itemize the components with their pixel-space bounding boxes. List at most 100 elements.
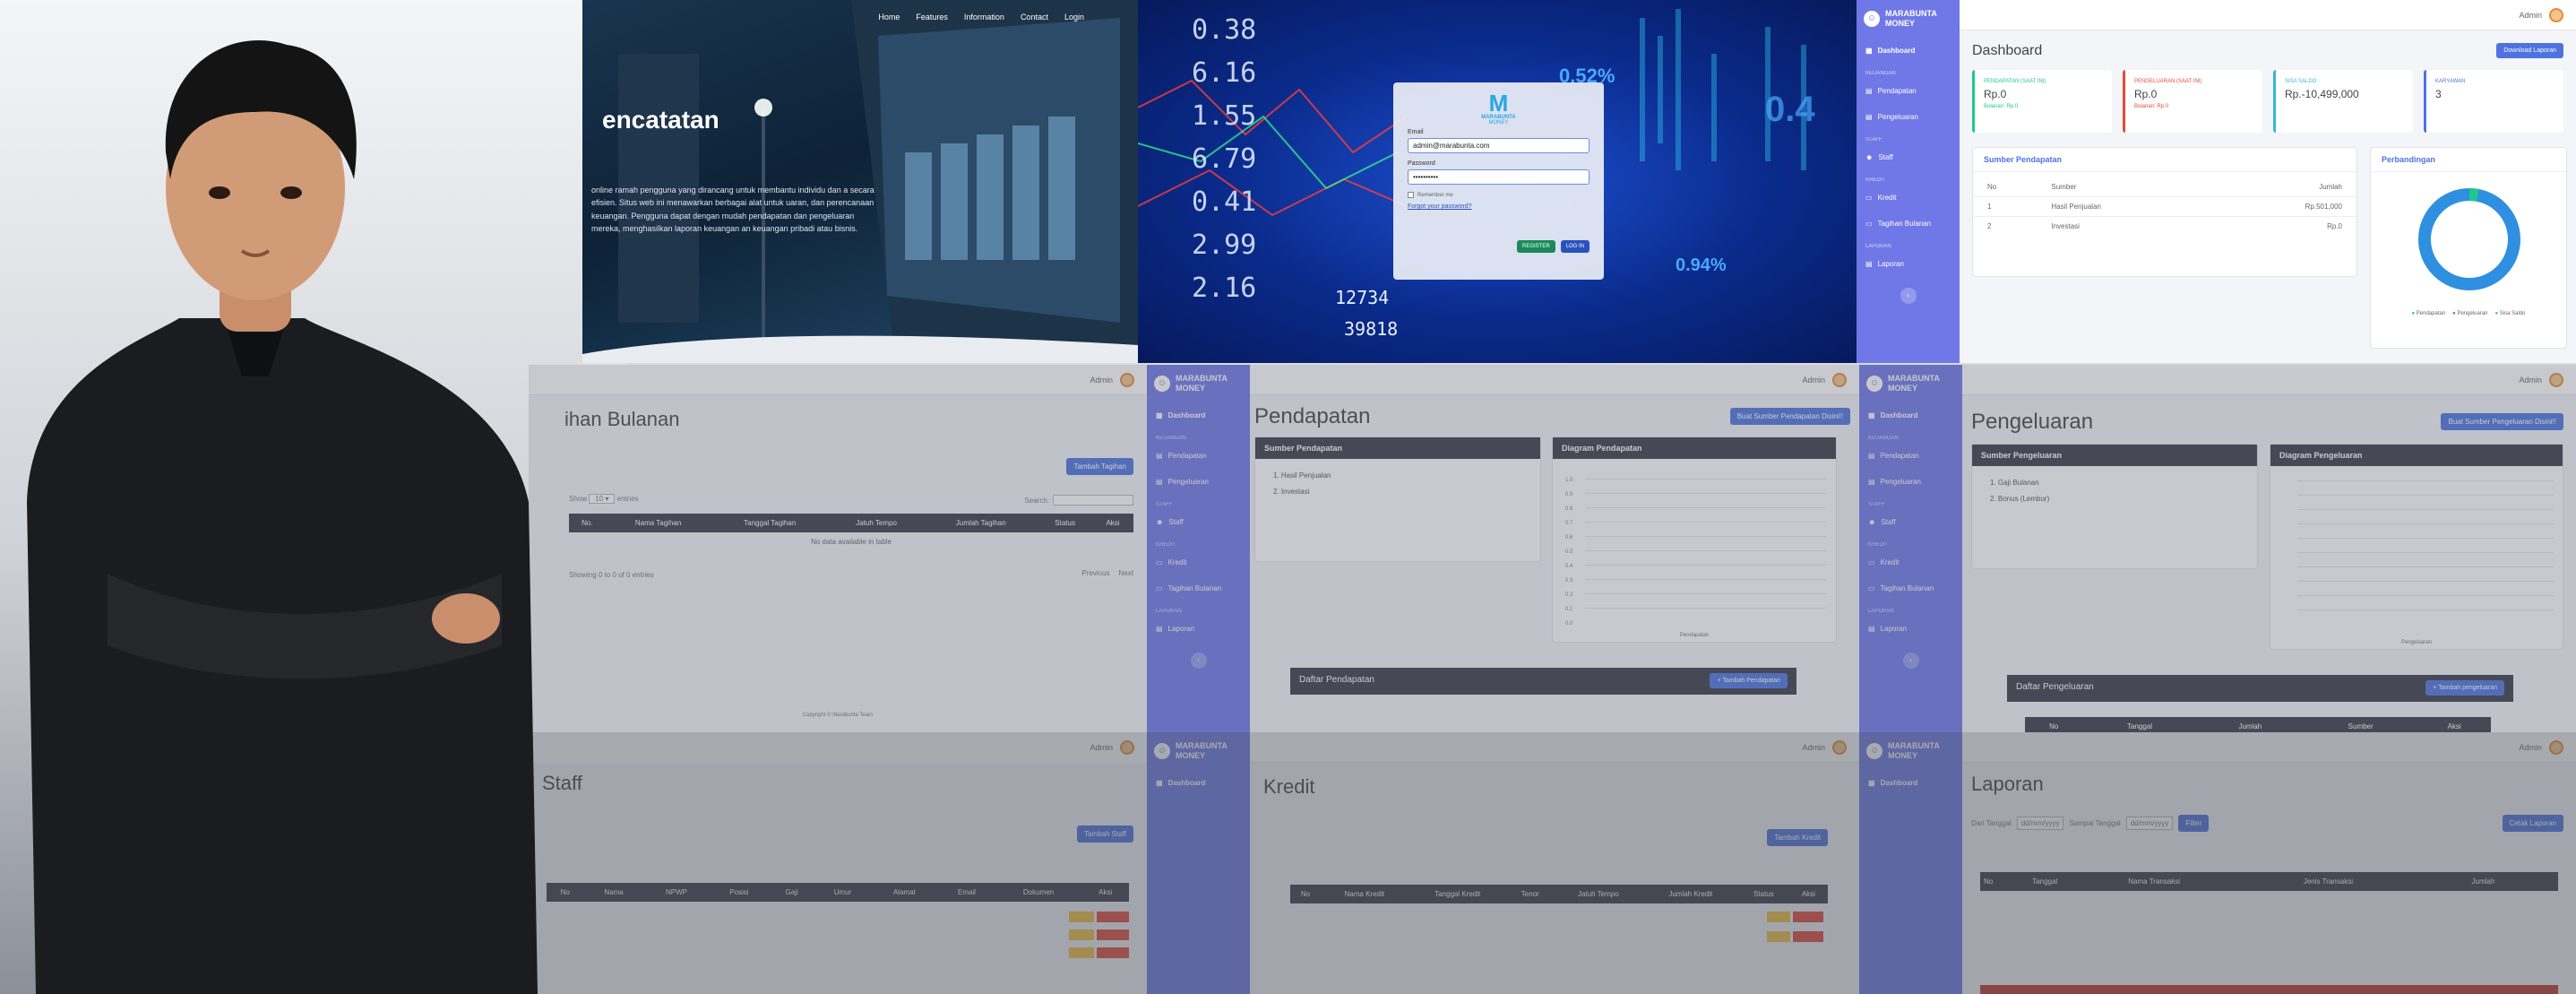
- column-header[interactable]: Tenor: [1506, 885, 1554, 903]
- search-input[interactable]: [1053, 495, 1133, 506]
- add-kredit-button[interactable]: Tambah Kredit: [1767, 829, 1828, 846]
- column-header[interactable]: Jatuh Tempo: [1553, 885, 1643, 903]
- sidebar-item-pengeluaran[interactable]: ▤ Pengeluaran: [1859, 469, 1962, 495]
- column-header[interactable]: Aksi: [2417, 717, 2491, 732]
- buat-sumber-button[interactable]: Buat Sumber Pengeluaran Disini!!: [2441, 413, 2563, 430]
- column-header[interactable]: Jumlah Kredit: [1642, 885, 1738, 903]
- column-header[interactable]: Dokumen: [995, 883, 1082, 902]
- nav-contact[interactable]: Contact: [1021, 13, 1048, 22]
- column-header[interactable]: Gaji: [769, 883, 815, 902]
- buat-sumber-button[interactable]: Buat Sumber Pendapatan Disini!!: [1729, 408, 1850, 425]
- sidebar-item-dashboard[interactable]: ▦ Dashboard: [1859, 402, 1962, 428]
- download-report-button[interactable]: Download Laporan: [2496, 43, 2563, 58]
- column-header[interactable]: Sumber: [2304, 717, 2418, 732]
- avatar[interactable]: [1832, 739, 1847, 755]
- avatar[interactable]: [1120, 372, 1134, 387]
- sidebar-item-pengeluaran[interactable]: ▤ Pengeluaran: [1147, 469, 1250, 495]
- edit-button[interactable]: [1069, 912, 1094, 922]
- cetak-laporan-button[interactable]: Cetak Laporan: [2502, 815, 2563, 832]
- avatar[interactable]: [2549, 739, 2563, 755]
- column-header[interactable]: Jatuh Tempo: [828, 514, 925, 532]
- column-header[interactable]: Tanggal Tagihan: [711, 514, 829, 532]
- edit-button[interactable]: [1069, 947, 1094, 958]
- column-header[interactable]: No: [2025, 717, 2083, 732]
- sidebar-item-staff[interactable]: ☻ Staff: [1147, 509, 1250, 535]
- sidebar-item-staff[interactable]: ☻ Staff: [1857, 144, 1960, 170]
- sidebar-item-staff[interactable]: ☻ Staff: [1859, 509, 1962, 535]
- column-header[interactable]: Alamat: [870, 883, 938, 902]
- column-header[interactable]: Tanggal: [2029, 872, 2125, 891]
- avatar[interactable]: [2549, 7, 2563, 22]
- column-header[interactable]: Email: [937, 883, 995, 902]
- sidebar-toggle-button[interactable]: ‹: [1190, 652, 1207, 669]
- sidebar-item-dashboard[interactable]: ▦ Dashboard: [1147, 770, 1250, 796]
- user-name[interactable]: Admin: [2519, 11, 2542, 20]
- login-button[interactable]: LOG IN: [1560, 240, 1590, 253]
- column-header[interactable]: Jenis Transaksi: [2299, 872, 2468, 891]
- nav-information[interactable]: Information: [964, 13, 1004, 22]
- from-date-input[interactable]: dd/mm/yyyy: [2016, 817, 2064, 830]
- nav-features[interactable]: Features: [916, 13, 948, 22]
- add-pengeluaran-button[interactable]: + Tambah pengeluaran: [2425, 680, 2504, 696]
- column-header[interactable]: Aksi: [1788, 885, 1828, 903]
- sidebar-item-laporan[interactable]: ▤ Laporan: [1857, 251, 1960, 277]
- user-name[interactable]: Admin: [1802, 743, 1825, 752]
- user-name[interactable]: Admin: [1090, 743, 1113, 752]
- sidebar-toggle-button[interactable]: ‹: [1902, 652, 1919, 669]
- user-name[interactable]: Admin: [1802, 376, 1825, 385]
- avatar[interactable]: [1120, 740, 1134, 755]
- column-header[interactable]: Umur: [814, 883, 871, 902]
- delete-button[interactable]: [1097, 947, 1129, 958]
- user-name[interactable]: Admin: [1090, 376, 1113, 385]
- column-header[interactable]: Jumlah: [2468, 872, 2558, 891]
- column-header[interactable]: Tanggal: [2082, 717, 2197, 732]
- sidebar-item-dashboard[interactable]: ▦ Dashboard: [1147, 402, 1250, 428]
- delete-button[interactable]: [1097, 929, 1129, 940]
- to-date-input[interactable]: dd/mm/yyyy: [2125, 817, 2174, 830]
- edit-button[interactable]: [1767, 931, 1790, 942]
- sidebar-item-pendapatan[interactable]: ▤ Pendapatan: [1147, 443, 1250, 469]
- sidebar-item-dashboard[interactable]: ▦ Dashboard: [1857, 38, 1960, 64]
- delete-button[interactable]: [1097, 912, 1129, 922]
- user-name[interactable]: Admin: [2519, 743, 2542, 752]
- nav-home[interactable]: Home: [878, 13, 900, 22]
- sidebar-item-dashboard[interactable]: ▦ Dashboard: [1859, 770, 1962, 796]
- edit-button[interactable]: [1767, 912, 1790, 922]
- password-field[interactable]: ••••••••••: [1408, 169, 1590, 185]
- column-header[interactable]: No: [1290, 885, 1321, 903]
- avatar[interactable]: [1832, 372, 1847, 387]
- column-header[interactable]: Nama Transaksi: [2124, 872, 2300, 891]
- column-header[interactable]: Jumlah Tagihan: [924, 514, 1038, 532]
- column-header[interactable]: NPWP: [643, 883, 710, 902]
- sidebar-item-kredit[interactable]: ▭ Kredit: [1859, 549, 1962, 575]
- column-header[interactable]: Status: [1038, 514, 1093, 532]
- nav-login[interactable]: Login: [1064, 13, 1084, 22]
- column-header[interactable]: Status: [1737, 885, 1789, 903]
- column-header[interactable]: Tanggal Kredit: [1408, 885, 1507, 903]
- column-header[interactable]: No: [1980, 872, 2029, 891]
- column-header[interactable]: Aksi: [1081, 883, 1129, 902]
- column-header[interactable]: Jumlah: [2196, 717, 2305, 732]
- sidebar-item-laporan[interactable]: ▤ Laporan: [1147, 616, 1250, 642]
- prev-page-button[interactable]: Previous: [1081, 569, 1109, 577]
- add-staff-button[interactable]: Tambah Staff: [1077, 825, 1133, 843]
- sidebar-item-kredit[interactable]: ▭ Kredit: [1857, 185, 1960, 211]
- sidebar-toggle-button[interactable]: ‹: [1900, 287, 1917, 304]
- user-name[interactable]: Admin: [2519, 376, 2542, 385]
- sidebar-item-pendapatan[interactable]: ▤ Pendapatan: [1859, 443, 1962, 469]
- email-field[interactable]: admin@marabunta.com: [1408, 138, 1590, 153]
- avatar[interactable]: [2549, 372, 2563, 387]
- edit-button[interactable]: [1069, 929, 1094, 940]
- sidebar-item-pendapatan[interactable]: ▤ Pendapatan: [1857, 78, 1960, 104]
- sidebar-item-tagihan[interactable]: ▭ Tagihan Bulanan: [1859, 575, 1962, 601]
- register-button[interactable]: REGISTER: [1516, 240, 1555, 253]
- column-header[interactable]: Posisi: [709, 883, 770, 902]
- add-tagihan-button[interactable]: Tambah Tagihan: [1066, 458, 1133, 475]
- add-pendapatan-button[interactable]: + Tambah Pendapatan: [1710, 673, 1788, 688]
- sidebar-item-tagihan[interactable]: ▭ Tagihan Bulanan: [1857, 211, 1960, 237]
- sidebar-item-pengeluaran[interactable]: ▤ Pengeluaran: [1857, 104, 1960, 130]
- delete-button[interactable]: [1793, 912, 1823, 922]
- sidebar-item-tagihan[interactable]: ▭ Tagihan Bulanan: [1147, 575, 1250, 601]
- delete-button[interactable]: [1793, 931, 1823, 942]
- remember-checkbox[interactable]: [1408, 192, 1414, 198]
